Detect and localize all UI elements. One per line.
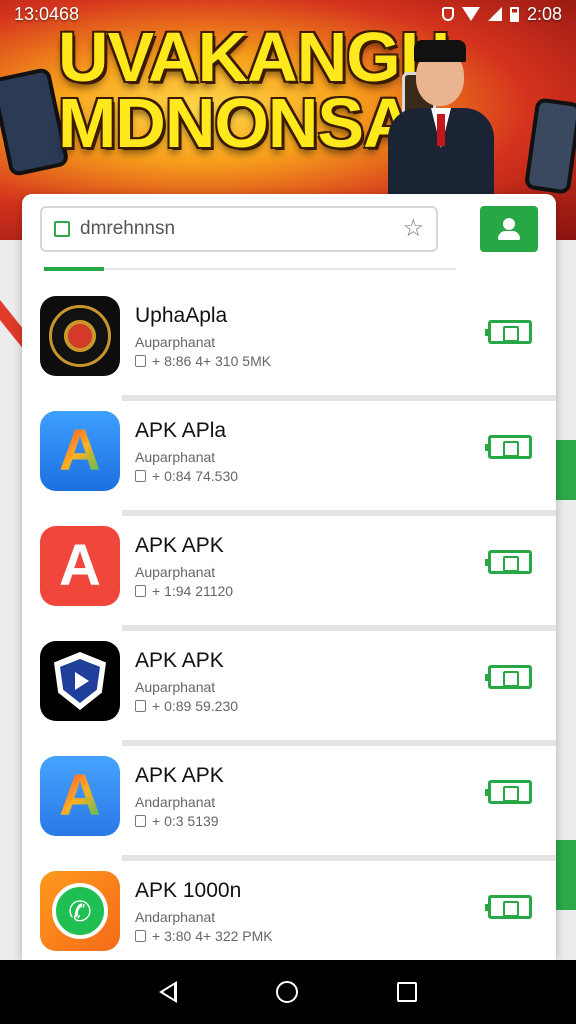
app-subtitle: Auparphanat (135, 679, 216, 695)
star-icon[interactable]: ☆ (402, 217, 424, 241)
shield-play-icon (40, 641, 120, 721)
tab-indicator (44, 267, 104, 271)
tab-divider (44, 268, 456, 270)
banner-title: UVAKANGH MDNONSA! (58, 18, 450, 162)
status-bar: 13:0468 2:08 (0, 0, 576, 28)
app-meta: + 0:84 74.530 (152, 468, 239, 484)
app-meta: + 1:94 21120 (152, 583, 234, 599)
battery-icon (509, 6, 519, 22)
phone-illustration-right (523, 97, 576, 195)
search-row: ☆ (40, 206, 540, 256)
size-icon (135, 700, 146, 712)
download-button[interactable] (485, 665, 532, 689)
app-meta-row: + 0:89 59.230 (135, 698, 238, 714)
app-meta: + 0:3 5139 (152, 813, 219, 829)
app-name: APK APK (135, 534, 224, 557)
app-name: APK APK (135, 764, 224, 787)
list-item[interactable]: APK APK Auparphanat + 0:89 59.230 (22, 625, 556, 746)
status-right-text: 2:08 (526, 3, 562, 24)
app-name: APK 1000n (135, 879, 242, 902)
app-meta-row: + 3:80 4+ 322 PMK (135, 928, 273, 944)
shield-icon (441, 7, 454, 21)
download-button[interactable] (485, 895, 532, 919)
whatsapp-icon: ✆ (40, 871, 120, 951)
app-subtitle: Auparphanat (135, 334, 216, 350)
a-multicolor-icon: A (40, 756, 120, 836)
list-item[interactable]: A APK APK Auparphanat + 1:94 21120 (22, 510, 556, 631)
person-icon (498, 218, 520, 240)
download-button[interactable] (485, 780, 532, 804)
download-button[interactable] (485, 435, 532, 459)
app-meta-row: + 0:84 74.530 (135, 468, 238, 484)
search-box[interactable]: ☆ (40, 206, 438, 252)
app-subtitle: Auparphanat (135, 449, 216, 465)
app-name: APK APla (135, 419, 227, 442)
app-list: UphaApla Auparphanat + 8:86 4+ 310 5MK A… (22, 286, 556, 960)
background-strip (554, 440, 576, 500)
checkbox-icon[interactable] (54, 221, 70, 237)
app-name: APK APK (135, 649, 224, 672)
status-time: 13:0468 (14, 3, 80, 24)
app-subtitle: Auparphanat (135, 564, 216, 580)
app-subtitle: Andarphanat (135, 909, 216, 925)
app-subtitle: Andarphanat (135, 794, 216, 810)
back-icon[interactable] (159, 981, 178, 1003)
background-strip (554, 840, 576, 910)
wifi-icon (461, 7, 480, 21)
app-meta-row: + 0:3 5139 (135, 813, 224, 829)
size-icon (135, 585, 146, 597)
list-item[interactable]: A APK APK Andarphanat + 0:3 5139 (22, 740, 556, 861)
app-meta-row: + 1:94 21120 (135, 583, 233, 599)
app-name: UphaApla (135, 304, 228, 327)
list-item[interactable]: A APK APla Auparphanat + 0:84 74.530 (22, 395, 556, 516)
person-illustration (376, 22, 506, 203)
download-button[interactable] (485, 320, 532, 344)
download-button[interactable] (485, 550, 532, 574)
search-input[interactable] (80, 218, 393, 240)
a-red-icon: A (40, 526, 120, 606)
signal-icon (487, 7, 502, 21)
emblem-icon (40, 296, 120, 376)
size-icon (135, 815, 146, 827)
app-meta-row: + 8:86 4+ 310 5MK (135, 353, 271, 369)
profile-button[interactable] (480, 206, 538, 252)
size-icon (135, 930, 146, 942)
app-meta: + 8:86 4+ 310 5MK (152, 353, 272, 369)
app-store-card: ☆ UphaApla Auparphanat + 8:86 4+ 310 5MK… (22, 194, 556, 960)
home-icon[interactable] (275, 981, 298, 1003)
app-meta: + 0:89 59.230 (152, 698, 239, 714)
background-stripe (0, 300, 24, 350)
size-icon (135, 470, 146, 482)
app-meta: + 3:80 4+ 322 PMK (152, 928, 273, 944)
navigation-bar (0, 960, 576, 1024)
size-icon (135, 355, 146, 367)
list-item[interactable]: ✆ APK 1000n Andarphanat + 3:80 4+ 322 PM… (22, 855, 556, 960)
a-blue-icon: A (40, 411, 120, 491)
list-item[interactable]: UphaApla Auparphanat + 8:86 4+ 310 5MK (22, 286, 556, 401)
recents-icon[interactable] (396, 982, 417, 1002)
